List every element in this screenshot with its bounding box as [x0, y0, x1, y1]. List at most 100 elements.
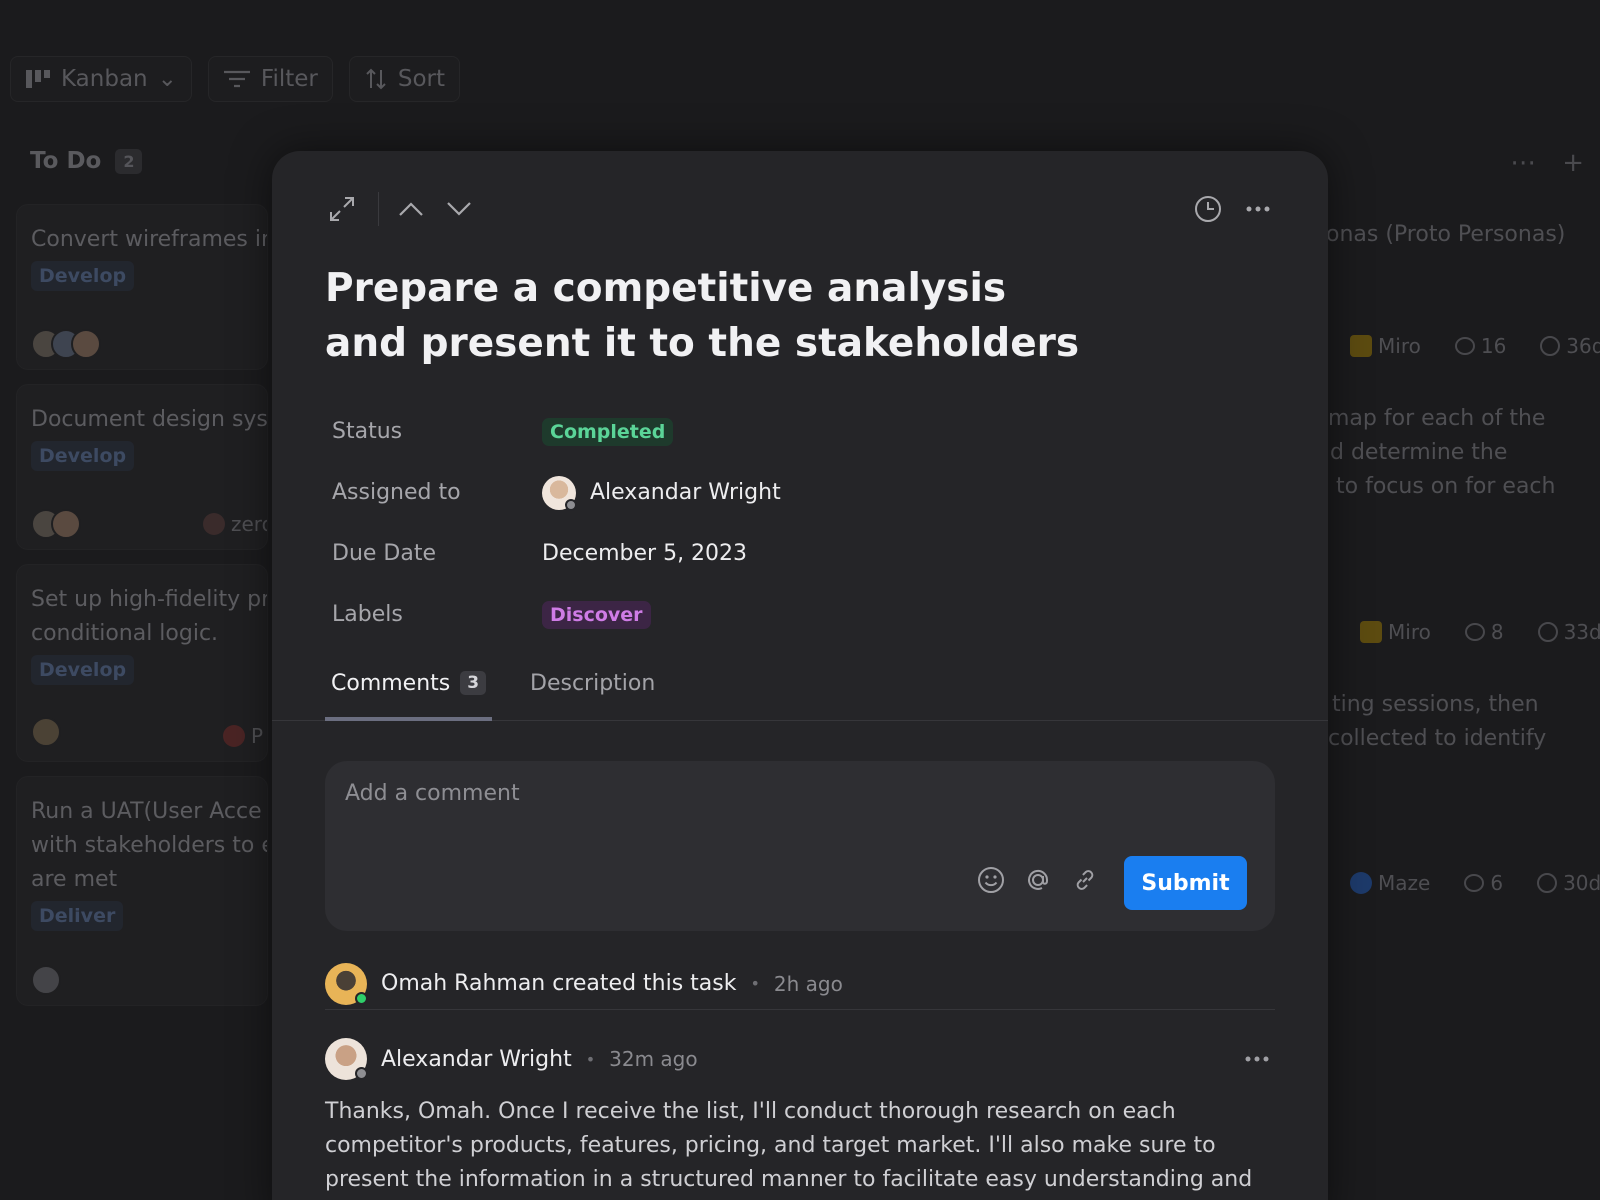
presence-dot [355, 1067, 368, 1080]
card-tag: Develop [31, 655, 135, 685]
clock-icon [1537, 622, 1558, 642]
activity-time: 2h ago [773, 971, 843, 996]
avatar [31, 965, 61, 995]
protopie-icon [223, 725, 245, 747]
avatar [325, 962, 368, 1005]
card-title-2: with stakeholders to e [31, 833, 268, 858]
submit-button[interactable]: Submit [1124, 856, 1247, 910]
activity-item: Omah Rahman created this task • 2h ago [325, 958, 1275, 1010]
task-card[interactable]: Run a UAT(User Acce with stakeholders to… [16, 776, 268, 1006]
card-title-2: collected to identify [1328, 726, 1547, 751]
filter-label: Filter [260, 66, 318, 92]
chevron-up-icon[interactable] [393, 191, 429, 227]
history-clock-icon[interactable] [1190, 191, 1226, 227]
separator-dot: • [750, 974, 760, 993]
card-title: ting sessions, then [1332, 692, 1539, 717]
task-properties: Status Completed Assigned to Alexandar W… [332, 401, 781, 645]
card-title: Set up high-fidelity pr [31, 587, 268, 612]
avatar [542, 475, 577, 511]
card-tool-name: zero [231, 512, 267, 536]
activity-text: Omah Rahman created this task [381, 971, 737, 996]
avatar [31, 717, 61, 747]
task-card[interactable]: Convert wireframes in Develop [16, 204, 268, 370]
avatar [51, 509, 81, 539]
filter-button[interactable]: Filter [207, 56, 333, 102]
card-tag: Develop [31, 261, 135, 291]
add-icon[interactable]: + [1562, 148, 1584, 178]
card-avatars [31, 329, 101, 359]
tab-description-label: Description [530, 671, 656, 696]
card-meta: Miro 16 36d [1350, 334, 1600, 358]
task-detail-modal: Prepare a competitive analysis and prese… [272, 151, 1328, 1200]
card-title: map for each of the [1328, 406, 1546, 431]
card-tag: Deliver [31, 901, 124, 931]
comment-count: 6 [1490, 871, 1504, 895]
emoji-icon[interactable] [975, 864, 1007, 896]
assignee-name: Alexandar Wright [590, 480, 781, 505]
maze-icon [1350, 872, 1372, 894]
labels-label: Labels [332, 602, 403, 627]
comment-more-icon[interactable] [1239, 1041, 1275, 1077]
chevron-down-icon[interactable] [441, 191, 477, 227]
online-dot [355, 991, 368, 1005]
comment-input[interactable] [345, 781, 1145, 806]
column-actions: ⋯ + [1510, 148, 1584, 178]
property-assignee: Assigned to Alexandar Wright [332, 462, 781, 523]
comment-icon [1454, 337, 1475, 355]
board-toolbar: Kanban ⌄ Filter Sort [10, 56, 461, 102]
card-tag: Develop [31, 441, 135, 471]
comment-icon [1464, 874, 1485, 892]
avatar [325, 1038, 368, 1080]
separator-dot: • [585, 1049, 596, 1069]
comments-count-badge: 3 [460, 671, 487, 695]
card-avatars [31, 717, 61, 747]
label-badge[interactable]: Discover [542, 600, 651, 629]
assigned-label: Assigned to [332, 480, 461, 505]
due-date-value[interactable]: December 5, 2023 [542, 541, 747, 566]
property-labels: Labels Discover [332, 584, 781, 645]
expand-icon[interactable] [324, 191, 360, 227]
card-tool: zero [203, 507, 267, 541]
miro-icon [1360, 621, 1382, 643]
column-title: To Do [30, 148, 102, 174]
sort-button[interactable]: Sort [348, 56, 461, 102]
presence-dot [565, 498, 577, 511]
card-title-2: d determine the [1330, 440, 1508, 465]
sort-label: Sort [397, 66, 446, 92]
property-status: Status Completed [332, 401, 781, 462]
modal-toolbar [324, 189, 1276, 229]
clock-icon [1540, 336, 1561, 356]
task-title: Prepare a competitive analysis and prese… [325, 266, 1080, 366]
comment-time: 32m ago [609, 1047, 698, 1071]
card-avatars [31, 509, 81, 539]
detail-tabs: Comments 3 Description [272, 671, 1328, 721]
card-meta: Miro 8 33d [1360, 620, 1600, 644]
more-options-icon[interactable] [1240, 191, 1276, 227]
tab-description[interactable]: Description [530, 671, 655, 721]
card-title: onas (Proto Personas) [1326, 222, 1566, 247]
assignee-value[interactable]: Alexandar Wright [542, 475, 781, 511]
link-icon[interactable] [1069, 864, 1101, 896]
more-icon[interactable]: ⋯ [1510, 148, 1536, 178]
due-date-label: Due Date [332, 541, 436, 566]
clock-icon [1537, 873, 1558, 893]
mention-icon[interactable] [1022, 864, 1054, 896]
task-card[interactable]: Document design sys Develop zero [16, 384, 268, 550]
card-tool-name: Maze [1378, 871, 1431, 895]
card-title-2: conditional logic. [31, 621, 219, 646]
column-count: 2 [115, 148, 143, 174]
tab-comments[interactable]: Comments 3 [325, 671, 493, 721]
days-left: 36d [1566, 334, 1600, 358]
view-switcher-button[interactable]: Kanban ⌄ [10, 56, 192, 102]
status-badge[interactable]: Completed [542, 417, 674, 446]
composer-actions [975, 864, 1101, 896]
kanban-icon [26, 70, 50, 88]
chevron-down-icon: ⌄ [157, 66, 177, 92]
card-title-3: to focus on for each [1336, 474, 1556, 499]
card-title: Run a UAT(User Acce [31, 799, 262, 824]
column-header-todo: To Do 2 [30, 148, 143, 174]
card-title-3: are met [31, 867, 118, 892]
days-left: 30d [1563, 871, 1600, 895]
task-card[interactable]: Set up high-fidelity pr conditional logi… [16, 564, 268, 762]
card-tool-name: P [251, 724, 264, 748]
